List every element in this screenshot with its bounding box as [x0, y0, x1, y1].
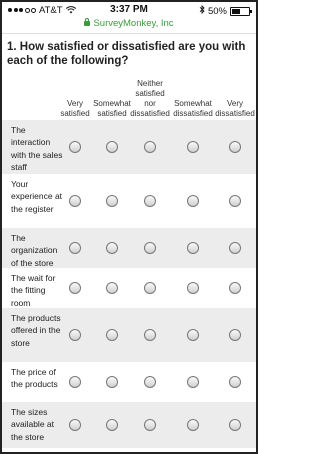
- radio-button-icon[interactable]: [69, 242, 81, 254]
- column-header: Very satisfied: [60, 99, 90, 118]
- radio-button-icon[interactable]: [144, 282, 156, 294]
- radio-button-icon[interactable]: [187, 376, 199, 388]
- address-bar[interactable]: SurveyMonkey, Inc: [2, 18, 256, 32]
- row-label: The products offered in the store: [11, 313, 61, 348]
- radio-button-icon[interactable]: [106, 195, 118, 207]
- radio-button-icon[interactable]: [69, 282, 81, 294]
- table-row: The interaction with the sales staff: [2, 120, 256, 174]
- radio-button-icon[interactable]: [69, 141, 81, 153]
- battery-icon: [230, 6, 252, 16]
- radio-button-icon[interactable]: [229, 329, 241, 341]
- radio-button-icon[interactable]: [187, 242, 199, 254]
- radio-button-icon[interactable]: [229, 195, 241, 207]
- row-label: The sizes available at the store: [11, 407, 55, 442]
- radio-button-icon[interactable]: [144, 195, 156, 207]
- status-right-group: 50%: [199, 4, 252, 17]
- column-header: Neither satisfied nor dissatisfied: [130, 79, 170, 118]
- column-headers: Very satisfied Somewhat satisfied Neither …: [2, 75, 256, 119]
- table-row: The sizes available at the store: [2, 402, 256, 448]
- radio-button-icon[interactable]: [187, 141, 199, 153]
- column-header: Somewhat satisfied: [93, 99, 131, 118]
- radio-button-icon[interactable]: [229, 242, 241, 254]
- radio-button-icon[interactable]: [106, 329, 118, 341]
- battery-percent: 50%: [207, 5, 227, 17]
- table-row: The price of the products: [2, 362, 256, 402]
- radio-button-icon[interactable]: [144, 329, 156, 341]
- radio-button-icon[interactable]: [144, 242, 156, 254]
- radio-button-icon[interactable]: [69, 419, 81, 431]
- radio-button-icon[interactable]: [187, 419, 199, 431]
- table-row: The organization of the store: [2, 228, 256, 268]
- radio-button-icon[interactable]: [106, 242, 118, 254]
- bluetooth-icon: [199, 4, 205, 17]
- toolbar-divider: [2, 33, 256, 34]
- radio-button-icon[interactable]: [187, 329, 199, 341]
- radio-button-icon[interactable]: [69, 376, 81, 388]
- radio-button-icon[interactable]: [144, 141, 156, 153]
- table-row: Your experience at the register: [2, 174, 256, 228]
- radio-button-icon[interactable]: [187, 195, 199, 207]
- radio-button-icon[interactable]: [106, 282, 118, 294]
- radio-button-icon[interactable]: [229, 141, 241, 153]
- question-title: 1. How satisfied or dissatisfied are you…: [7, 41, 246, 67]
- column-header: Somewhat dissatisfied: [173, 99, 213, 118]
- radio-button-icon[interactable]: [144, 376, 156, 388]
- radio-button-icon[interactable]: [144, 419, 156, 431]
- row-label: The price of the products: [11, 367, 58, 390]
- phone-screen: AT&T 3:37 PM 50% SurveyMonkey, Inc 1. Ho…: [0, 0, 258, 454]
- radio-button-icon[interactable]: [229, 376, 241, 388]
- url-text: SurveyMonkey, Inc: [93, 18, 174, 29]
- table-row: The wait for the fitting room: [2, 268, 256, 308]
- row-label: The wait for the fitting room: [11, 273, 56, 308]
- row-label: Your experience at the register: [11, 179, 63, 214]
- radio-button-icon[interactable]: [187, 282, 199, 294]
- radio-button-icon[interactable]: [229, 282, 241, 294]
- column-header: Very dissatisfied: [215, 99, 255, 118]
- radio-button-icon[interactable]: [69, 195, 81, 207]
- lock-icon: [84, 18, 91, 26]
- radio-button-icon[interactable]: [106, 141, 118, 153]
- row-label: The organization of the store: [11, 233, 58, 268]
- row-label: The interaction with the sales staff: [11, 125, 63, 172]
- radio-button-icon[interactable]: [229, 419, 241, 431]
- radio-button-icon[interactable]: [106, 419, 118, 431]
- table-row: The products offered in the store: [2, 308, 256, 362]
- radio-button-icon[interactable]: [69, 329, 81, 341]
- status-bar: AT&T 3:37 PM 50%: [2, 2, 256, 18]
- radio-button-icon[interactable]: [106, 376, 118, 388]
